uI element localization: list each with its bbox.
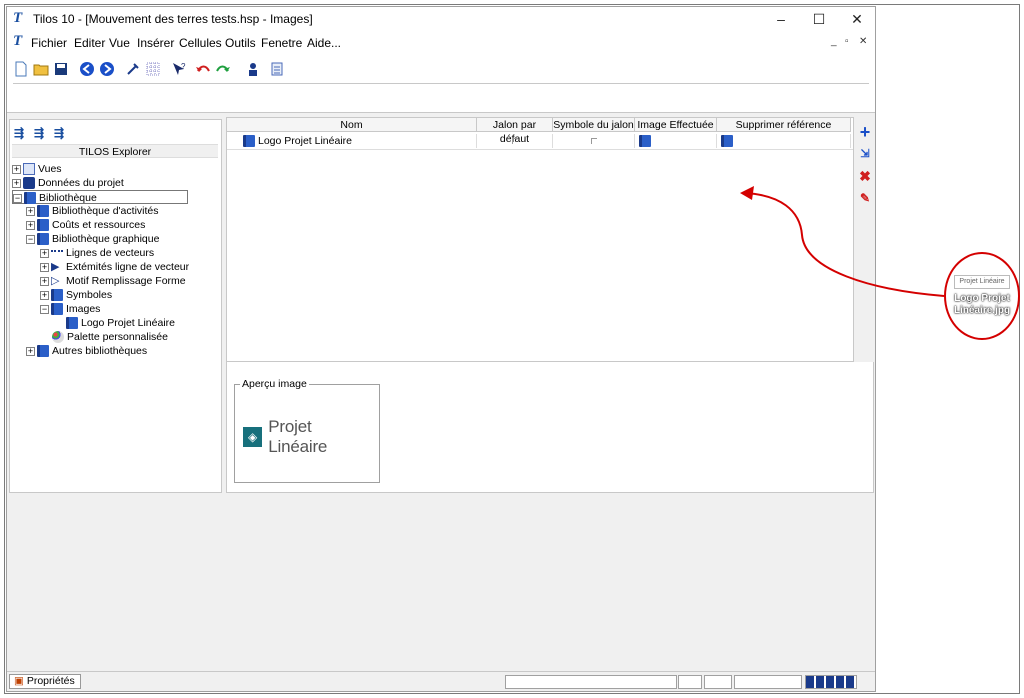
file-name: Logo Projet Linéaire.jpg [953,293,1011,316]
annotation-arrow [740,186,945,297]
dragged-file-icon[interactable]: Projet Linéaire Logo Projet Linéaire.jpg [949,275,1015,317]
file-thumbnail: Projet Linéaire [954,275,1010,289]
